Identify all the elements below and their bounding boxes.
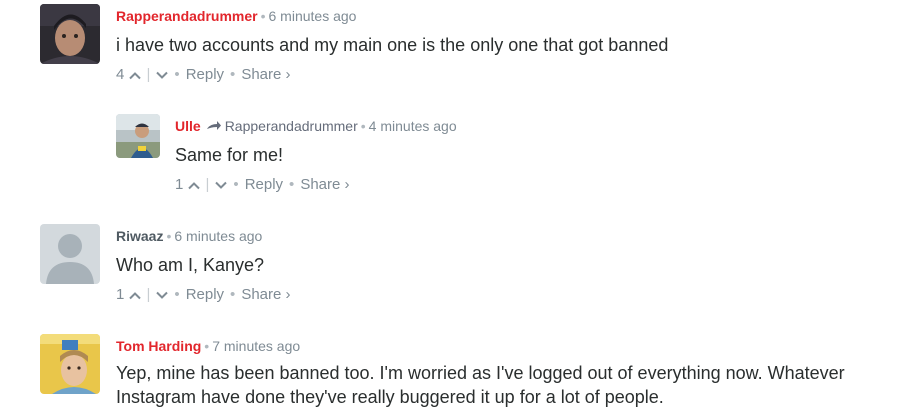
downvote-icon[interactable] [156, 71, 169, 80]
comment-body: Ulle Rapperandadrummer • 4 minutes ago Same… [175, 114, 457, 194]
comment-meta: Rapperandadrummer • 6 minutes ago [116, 7, 668, 25]
upvote-count: 1 [175, 176, 184, 193]
comment-text: Same for me! [175, 145, 284, 165]
action-separator: • [230, 286, 236, 303]
comment-meta: Riwaaz • 6 minutes ago [116, 227, 291, 245]
comment-reply: Ulle Rapperandadrummer • 4 minutes ago Same… [116, 114, 896, 194]
share-button[interactable]: Share › [241, 66, 290, 83]
user-avatar-photo [116, 114, 160, 158]
comment-body: Rapperandadrummer • 6 minutes ago i have t… [116, 4, 668, 84]
upvote-icon[interactable] [128, 291, 141, 300]
comment-text: i have two accounts and my main one is t… [116, 35, 669, 55]
comment-meta: Ulle Rapperandadrummer • 4 minutes ago [175, 117, 457, 135]
comment-body: Tom Harding • 7 minutes ago Yep, mine has … [116, 334, 906, 409]
share-button[interactable]: Share › [241, 286, 290, 303]
user-avatar-photo [40, 4, 100, 64]
comment: Rapperandadrummer • 6 minutes ago i have t… [40, 4, 900, 84]
timestamp[interactable]: 4 minutes ago [369, 118, 457, 134]
comment-actions: 1 | • Reply • Share › [175, 176, 457, 194]
downvote-icon[interactable] [156, 291, 169, 300]
action-separator: • [289, 176, 295, 193]
reply-button[interactable]: Reply [186, 286, 224, 303]
action-separator: • [174, 286, 180, 303]
author-name[interactable]: Ulle [175, 118, 201, 134]
reply-to-name[interactable]: Rapperandadrummer [225, 118, 358, 134]
meta-separator: • [260, 8, 266, 24]
vote-divider: | [146, 286, 151, 303]
avatar[interactable] [40, 334, 100, 394]
comment-text: Yep, mine has been banned too. I'm worri… [116, 363, 845, 407]
comment-actions: 4 | • Reply • Share › [116, 66, 668, 84]
upvote-count: 1 [116, 286, 125, 303]
downvote-icon[interactable] [215, 181, 228, 190]
author-name[interactable]: Riwaaz [116, 228, 163, 244]
comment-actions: 1 | • Reply • Share › [116, 286, 291, 304]
reply-arrow-icon [206, 121, 221, 130]
avatar[interactable] [116, 114, 160, 158]
action-separator: • [233, 176, 239, 193]
comment: Tom Harding • 7 minutes ago Yep, mine has … [40, 334, 920, 410]
upvote-icon[interactable] [187, 181, 200, 190]
comment-text: Who am I, Kanye? [116, 255, 265, 275]
meta-separator: • [166, 228, 172, 244]
avatar[interactable] [40, 224, 100, 284]
share-button[interactable]: Share › [300, 176, 349, 193]
author-name[interactable]: Rapperandadrummer [116, 8, 258, 24]
default-avatar-icon [40, 224, 100, 284]
timestamp[interactable]: 6 minutes ago [269, 8, 357, 24]
comment-meta: Tom Harding • 7 minutes ago [116, 337, 906, 355]
timestamp[interactable]: 6 minutes ago [174, 228, 262, 244]
avatar[interactable] [40, 4, 100, 64]
author-name[interactable]: Tom Harding [116, 338, 201, 354]
vote-divider: | [205, 176, 210, 193]
action-separator: • [174, 66, 180, 83]
vote-divider: | [146, 66, 151, 83]
comment-body: Riwaaz • 6 minutes ago Who am I, Kanye? 1 … [116, 224, 291, 304]
reply-button[interactable]: Reply [186, 66, 224, 83]
action-separator: • [230, 66, 236, 83]
comment: Riwaaz • 6 minutes ago Who am I, Kanye? 1 … [40, 224, 900, 304]
upvote-icon[interactable] [128, 71, 141, 80]
upvote-count: 4 [116, 66, 125, 83]
reply-button[interactable]: Reply [245, 176, 283, 193]
user-avatar-photo [40, 334, 100, 394]
timestamp[interactable]: 7 minutes ago [212, 338, 300, 354]
meta-separator: • [360, 118, 366, 134]
meta-separator: • [204, 338, 210, 354]
